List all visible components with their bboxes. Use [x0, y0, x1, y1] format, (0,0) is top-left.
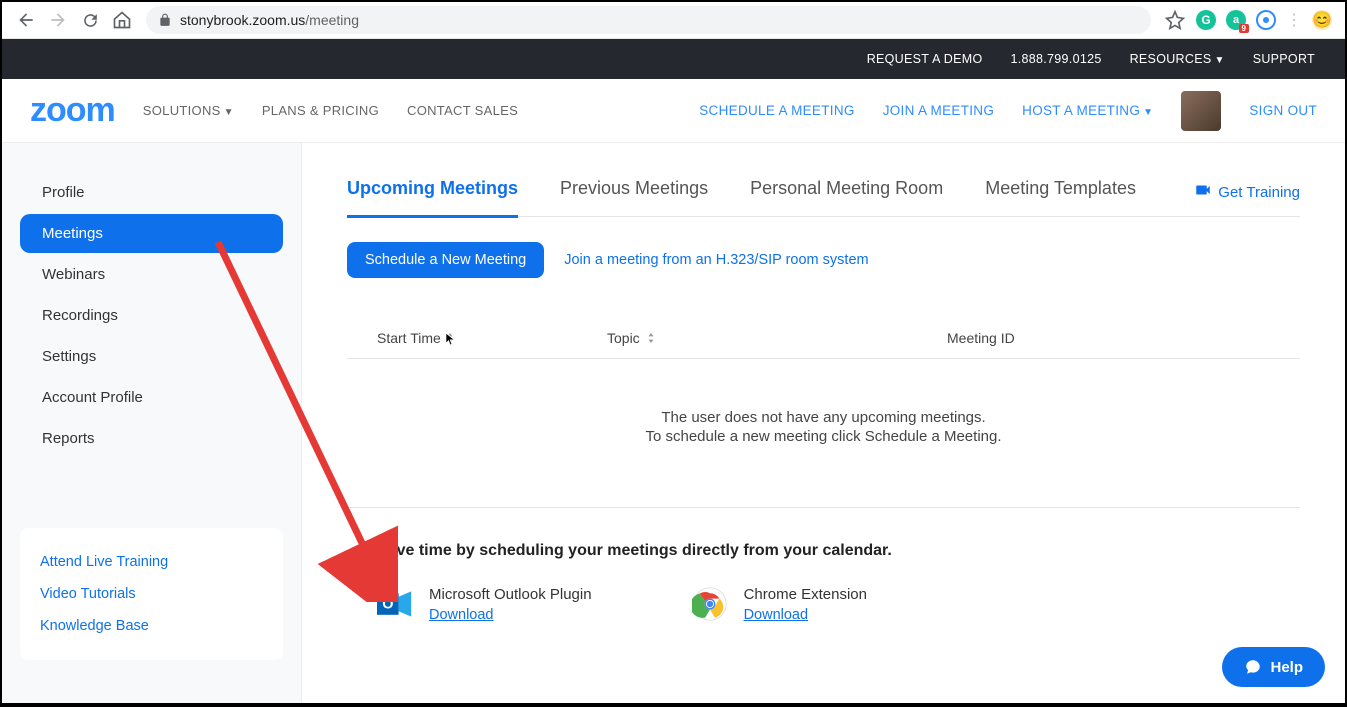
back-icon[interactable] — [16, 10, 36, 30]
outlook-plugin-title: Microsoft Outlook Plugin — [429, 586, 592, 603]
attend-training-link[interactable]: Attend Live Training — [40, 546, 263, 578]
sidebar-item-reports[interactable]: Reports — [20, 419, 283, 458]
content-area: Upcoming Meetings Previous Meetings Pers… — [302, 143, 1345, 703]
help-button[interactable]: Help — [1222, 647, 1325, 687]
nav-contact[interactable]: CONTACT SALES — [407, 103, 518, 118]
knowledge-base-link[interactable]: Knowledge Base — [40, 610, 263, 642]
sidebar-item-profile[interactable]: Profile — [20, 173, 283, 212]
sidebar-item-settings[interactable]: Settings — [20, 337, 283, 376]
col-topic[interactable]: Topic — [607, 330, 947, 346]
star-icon[interactable] — [1165, 10, 1185, 30]
extension-icon-2[interactable]: a9 — [1226, 10, 1246, 30]
outlook-icon: O — [377, 586, 413, 622]
browser-toolbar: stonybrook.zoom.us/meeting G a9 ⋮ 😊 — [2, 2, 1345, 39]
extension-icon-3[interactable] — [1256, 10, 1276, 30]
chrome-download-link[interactable]: Download — [744, 607, 809, 623]
empty-line-1: The user does not have any upcoming meet… — [347, 409, 1300, 426]
video-tutorials-link[interactable]: Video Tutorials — [40, 578, 263, 610]
utility-bar: REQUEST A DEMO 1.888.799.0125 RESOURCES▼… — [2, 39, 1345, 79]
extension-icon-1[interactable]: G — [1196, 10, 1216, 30]
tab-templates[interactable]: Meeting Templates — [985, 178, 1136, 218]
nav-solutions[interactable]: SOLUTIONS▼ — [143, 103, 234, 118]
svg-text:O: O — [382, 597, 393, 613]
host-meeting-dropdown[interactable]: HOST A MEETING▼ — [1022, 103, 1153, 118]
sidebar-item-recordings[interactable]: Recordings — [20, 296, 283, 335]
request-demo-link[interactable]: REQUEST A DEMO — [867, 52, 983, 66]
url-text: stonybrook.zoom.us/meeting — [180, 12, 359, 28]
main-header: zoom SOLUTIONS▼ PLANS & PRICING CONTACT … — [2, 79, 1345, 143]
zoom-logo[interactable]: zoom — [30, 91, 115, 130]
nav-plans[interactable]: PLANS & PRICING — [262, 103, 379, 118]
user-avatar[interactable] — [1181, 91, 1221, 131]
tab-previous[interactable]: Previous Meetings — [560, 178, 708, 218]
camera-icon — [1194, 181, 1212, 203]
meetings-table-header: Start Time Topic Meeting ID — [347, 318, 1300, 359]
join-meeting-link[interactable]: JOIN A MEETING — [883, 103, 994, 118]
lock-icon — [158, 13, 172, 27]
schedule-new-meeting-button[interactable]: Schedule a New Meeting — [347, 242, 544, 278]
phone-link[interactable]: 1.888.799.0125 — [1011, 52, 1102, 66]
schedule-meeting-link[interactable]: SCHEDULE A MEETING — [699, 103, 854, 118]
sign-out-link[interactable]: SIGN OUT — [1249, 103, 1317, 118]
sidebar-item-meetings[interactable]: Meetings — [20, 214, 283, 253]
outlook-plugin: O Microsoft Outlook Plugin Download — [377, 586, 592, 624]
chrome-extension-title: Chrome Extension — [744, 586, 867, 603]
sidebar: Profile Meetings Webinars Recordings Set… — [2, 143, 302, 703]
sidebar-item-account-profile[interactable]: Account Profile — [20, 378, 283, 417]
empty-state: The user does not have any upcoming meet… — [347, 359, 1300, 508]
join-sip-link[interactable]: Join a meeting from an H.323/SIP room sy… — [564, 252, 868, 268]
meeting-tabs: Upcoming Meetings Previous Meetings Pers… — [347, 178, 1300, 217]
col-meeting-id[interactable]: Meeting ID — [947, 330, 1270, 346]
col-start-time[interactable]: Start Time — [377, 330, 607, 346]
save-time-heading: Save time by scheduling your meetings di… — [377, 542, 1270, 560]
reload-icon[interactable] — [80, 10, 100, 30]
resources-dropdown[interactable]: RESOURCES▼ — [1130, 52, 1225, 66]
address-bar[interactable]: stonybrook.zoom.us/meeting — [146, 6, 1151, 34]
sort-icon — [646, 333, 656, 343]
outlook-download-link[interactable]: Download — [429, 607, 494, 623]
profile-avatar-icon[interactable]: 😊 — [1312, 10, 1332, 30]
support-link[interactable]: SUPPORT — [1253, 52, 1315, 66]
home-icon[interactable] — [112, 10, 132, 30]
chat-icon — [1244, 658, 1262, 676]
tab-upcoming[interactable]: Upcoming Meetings — [347, 178, 518, 218]
forward-icon[interactable] — [48, 10, 68, 30]
get-training-link[interactable]: Get Training — [1194, 181, 1300, 213]
chrome-extension: Chrome Extension Download — [692, 586, 867, 624]
sidebar-resource-card: Attend Live Training Video Tutorials Kno… — [20, 528, 283, 660]
tab-personal-room[interactable]: Personal Meeting Room — [750, 178, 943, 218]
empty-line-2: To schedule a new meeting click Schedule… — [347, 428, 1300, 445]
sort-icon — [445, 333, 455, 343]
calendar-plugins-section: Save time by scheduling your meetings di… — [347, 508, 1300, 624]
chrome-icon — [692, 586, 728, 622]
sidebar-item-webinars[interactable]: Webinars — [20, 255, 283, 294]
